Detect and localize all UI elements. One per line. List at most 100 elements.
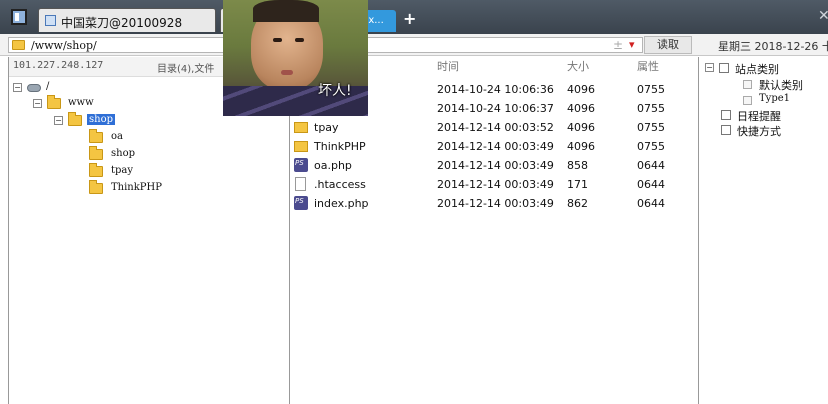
column-header-attr[interactable]: 属性: [637, 57, 659, 77]
calendar-icon: [721, 110, 731, 120]
file-time: 2014-12-14 00:03:52: [437, 121, 554, 134]
file-time: 2014-10-24 10:06:37: [437, 102, 554, 115]
file-time: 2014-12-14 00:03:49: [437, 178, 554, 191]
dir-summary: 目录(4),文件: [157, 64, 215, 75]
tree-label: ThinkPHP: [111, 182, 162, 193]
type1-node[interactable]: Type1: [743, 93, 827, 109]
tab-label: 中国菜刀@20100928: [61, 16, 183, 30]
file-row[interactable]: ThinkPHP 2014-12-14 00:03:49 4096 0755: [290, 137, 698, 156]
child-hair: [253, 0, 319, 22]
tree-label: www: [68, 97, 94, 108]
tree-node-thinkphp[interactable]: ThinkPHP: [89, 180, 209, 198]
folder-icon: [47, 95, 61, 109]
file-row[interactable]: oa.php 2014-12-14 00:03:49 858 0644: [290, 156, 698, 175]
file-attr: 0644: [637, 178, 665, 191]
tree-node-root[interactable]: − /: [13, 81, 133, 97]
meme-image: 坏人!: [223, 0, 368, 116]
tree-label: oa: [111, 131, 123, 142]
file-attr: 0644: [637, 197, 665, 210]
folder-icon: [89, 180, 103, 194]
tree-node-tpay[interactable]: tpay: [89, 163, 209, 181]
reminder-node[interactable]: 日程提醒: [721, 108, 827, 124]
eye: [273, 38, 282, 42]
read-button[interactable]: 读取: [644, 36, 692, 54]
file-name: ThinkPHP: [314, 140, 366, 153]
window-icon: [45, 15, 56, 26]
file-attr: 0644: [637, 159, 665, 172]
collapse-icon[interactable]: −: [13, 83, 22, 92]
site-category-label: 站点类别: [735, 63, 779, 76]
file-row[interactable]: .htaccess 2014-12-14 00:03:49 171 0644: [290, 175, 698, 194]
file-size: 4096: [567, 83, 595, 96]
meme-caption: 坏人!: [318, 83, 352, 99]
file-name: tpay: [314, 121, 339, 134]
column-header-size[interactable]: 大小: [567, 57, 589, 77]
shortcuts-node[interactable]: 快捷方式: [721, 123, 827, 139]
site-category-pane: − 站点类别 默认类别 Type1 日程提醒 快捷方式: [698, 57, 828, 404]
path-value: /www/shop/: [31, 39, 97, 52]
tree-node-oa[interactable]: oa: [89, 129, 209, 147]
file-row[interactable]: tpay 2014-12-14 00:03:52 4096 0755: [290, 118, 698, 137]
default-category-label: 默认类别: [759, 79, 803, 92]
site-category-node[interactable]: − 站点类别: [705, 61, 825, 77]
tree-label: /: [46, 81, 50, 92]
file-size: 171: [567, 178, 588, 191]
tab-bar: 中国菜刀@20100928 dex... + ✕: [0, 0, 828, 34]
tree-node-shop-child[interactable]: shop: [89, 146, 209, 164]
shortcut-icon: [721, 125, 731, 135]
chevron-down-icon[interactable]: ▾: [629, 38, 635, 51]
date-display: 星期三 2018-12-26 十: [718, 40, 828, 53]
server-ip: 101.227.248.127: [13, 60, 104, 71]
page-icon: [743, 80, 752, 89]
file-size: 4096: [567, 140, 595, 153]
folder-icon: [12, 40, 25, 50]
folder-open-icon: [68, 112, 82, 126]
eye: [295, 38, 304, 42]
file-name: .htaccess: [314, 178, 366, 191]
file-name: oa.php: [314, 159, 352, 172]
file-size: 4096: [567, 102, 595, 115]
folder-icon: [89, 146, 103, 160]
address-toolbar: /www/shop/ ± ▾ 读取 星期三 2018-12-26 十: [0, 34, 828, 56]
file-attr: 0755: [637, 140, 665, 153]
php-file-icon: [294, 158, 308, 172]
close-icon[interactable]: ✕: [818, 8, 828, 24]
default-category-node[interactable]: 默认类别: [743, 77, 827, 93]
favorite-icon[interactable]: ±: [613, 38, 623, 52]
collapse-icon[interactable]: −: [33, 99, 42, 108]
file-size: 858: [567, 159, 588, 172]
mouth: [281, 70, 293, 75]
tree-node-shop[interactable]: − shop: [54, 112, 174, 130]
file-time: 2014-12-14 00:03:49: [437, 197, 554, 210]
page-icon: [743, 96, 752, 105]
file-time: 2014-10-24 10:06:36: [437, 83, 554, 96]
folder-icon: [89, 129, 103, 143]
collapse-icon[interactable]: −: [705, 63, 714, 72]
tree-label: shop: [111, 148, 135, 159]
file-size: 862: [567, 197, 588, 210]
file-size: 4096: [567, 121, 595, 134]
app-logo-icon[interactable]: [11, 9, 27, 25]
shortcuts-label: 快捷方式: [737, 125, 781, 138]
php-file-icon: [294, 196, 308, 210]
reminder-label: 日程提醒: [737, 110, 781, 123]
folder-icon: [294, 141, 308, 152]
folder-icon: [89, 163, 103, 177]
file-time: 2014-12-14 00:03:49: [437, 159, 554, 172]
file-time: 2014-12-14 00:03:49: [437, 140, 554, 153]
file-icon: [295, 177, 306, 191]
tree-label: shop: [87, 114, 115, 125]
file-row[interactable]: index.php 2014-12-14 00:03:49 862 0644: [290, 194, 698, 213]
tree-node-www[interactable]: − www: [33, 95, 153, 113]
folder-icon: [294, 122, 308, 133]
collapse-icon[interactable]: −: [54, 116, 63, 125]
add-tab-button[interactable]: +: [403, 9, 416, 28]
column-header-time[interactable]: 时间: [437, 57, 459, 77]
type1-label: Type1: [759, 93, 791, 104]
tab-caidao[interactable]: 中国菜刀@20100928: [38, 8, 216, 32]
file-name: index.php: [314, 197, 369, 210]
drive-icon: [27, 84, 41, 92]
file-attr: 0755: [637, 121, 665, 134]
file-attr: 0755: [637, 102, 665, 115]
file-attr: 0755: [637, 83, 665, 96]
